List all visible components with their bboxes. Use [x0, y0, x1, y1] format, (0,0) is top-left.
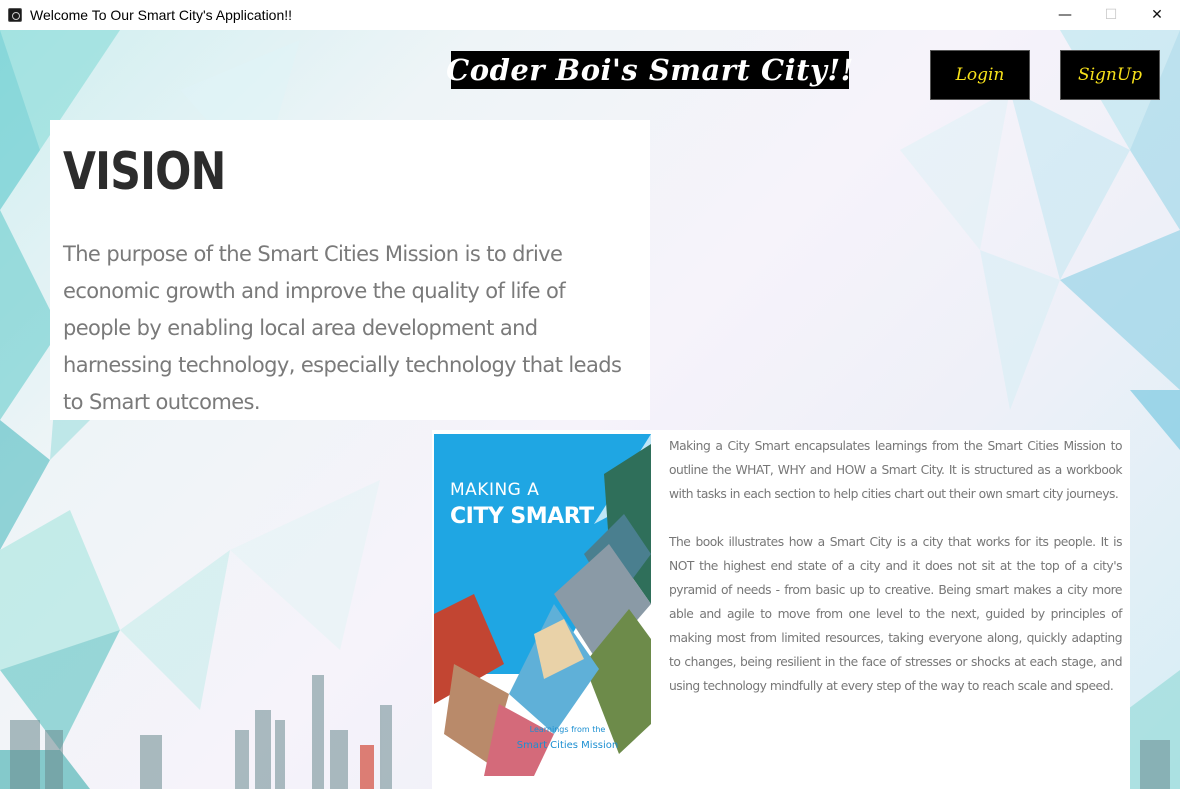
maximize-icon[interactable]: ☐: [1088, 0, 1134, 30]
vision-text: The purpose of the Smart Cities Mission …: [63, 242, 622, 414]
cover-title-line1: MAKING A: [450, 480, 540, 500]
login-button[interactable]: Login: [930, 50, 1030, 100]
app-icon: [8, 8, 22, 22]
close-icon[interactable]: ✕: [1134, 0, 1180, 30]
main-content: Coder Boi's Smart City!! Login SignUp VI…: [0, 30, 1180, 789]
vision-card: VISION The purpose of the Smart Cities M…: [50, 120, 650, 420]
vision-heading: VISION: [63, 142, 226, 202]
book-panel: MAKING A CITY SMART Learnings from the S…: [432, 430, 1130, 789]
book-paragraph-2: The book illustrates how a Smart City is…: [669, 535, 1123, 693]
cover-subtitle-line1: Learnings from the: [529, 725, 606, 734]
book-paragraph-1: Making a City Smart encapsulates learnin…: [669, 439, 1123, 501]
signup-button[interactable]: SignUp: [1060, 50, 1160, 100]
minimize-icon[interactable]: —: [1042, 0, 1088, 30]
cover-title-line2: CITY SMART: [450, 504, 594, 529]
book-cover-image: MAKING A CITY SMART Learnings from the S…: [434, 434, 651, 776]
window-title: Welcome To Our Smart City's Application!…: [30, 7, 293, 23]
cover-subtitle-line2: Smart Cities Mission: [516, 740, 619, 751]
book-description: Making a City Smart encapsulates learnin…: [669, 434, 1123, 698]
window-controls: — ☐ ✕: [1042, 0, 1180, 30]
window-title-bar: Welcome To Our Smart City's Application!…: [0, 0, 1180, 30]
brand-title: Coder Boi's Smart City!!: [446, 51, 854, 89]
